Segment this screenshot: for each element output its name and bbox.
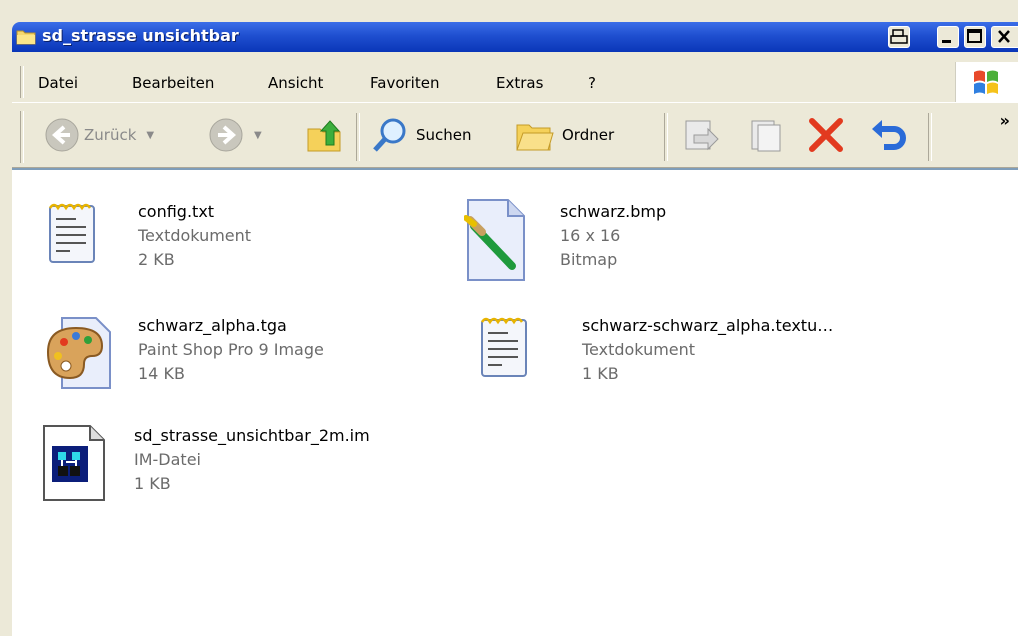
text-document-icon bbox=[480, 317, 527, 377]
file-size: 1 KB bbox=[134, 474, 171, 493]
forward-arrow-icon bbox=[209, 118, 243, 152]
close-button[interactable] bbox=[991, 26, 1018, 48]
file-item[interactable]: config.txt Textdokument 2 KB bbox=[42, 198, 422, 282]
file-name: schwarz.bmp bbox=[560, 202, 667, 221]
forward-dropdown-icon[interactable]: ▼ bbox=[254, 130, 262, 141]
menu-ansicht[interactable]: Ansicht bbox=[268, 74, 323, 92]
window-title: sd_strasse unsichtbar bbox=[42, 26, 239, 45]
file-type: 16 x 16 bbox=[560, 226, 621, 245]
file-size: Bitmap bbox=[560, 250, 618, 269]
back-button[interactable]: Zurück ▼ bbox=[44, 117, 154, 153]
back-dropdown-icon[interactable]: ▼ bbox=[146, 130, 154, 141]
back-arrow-icon bbox=[45, 118, 79, 152]
back-label: Zurück bbox=[84, 126, 137, 144]
search-label: Suchen bbox=[416, 126, 472, 144]
text-document-icon bbox=[48, 203, 95, 263]
move-to-button[interactable] bbox=[680, 115, 720, 155]
menu-favoriten[interactable]: Favoriten bbox=[370, 74, 439, 92]
file-item[interactable]: schwarz-schwarz_alpha.textu… Textdokumen… bbox=[474, 312, 894, 396]
file-name: schwarz_alpha.tga bbox=[138, 316, 287, 335]
delete-icon bbox=[809, 118, 843, 152]
toolbar-separator bbox=[356, 113, 360, 161]
menu-bar: Datei Bearbeiten Ansicht Favoriten Extra… bbox=[12, 54, 1018, 103]
toolbar-grip[interactable] bbox=[20, 111, 24, 163]
bitmap-paint-icon bbox=[464, 199, 525, 281]
copy-to-icon bbox=[751, 120, 781, 152]
folders-button[interactable]: Ordner bbox=[514, 115, 614, 155]
minimize-button[interactable] bbox=[937, 26, 959, 48]
menu-grip[interactable] bbox=[20, 66, 24, 98]
up-folder-button[interactable] bbox=[304, 115, 344, 155]
toolbar-separator bbox=[928, 113, 932, 161]
undo-button[interactable] bbox=[868, 115, 908, 155]
print-icon[interactable] bbox=[888, 26, 910, 48]
toolbar-overflow-icon[interactable]: » bbox=[1000, 111, 1010, 130]
file-name: schwarz-schwarz_alpha.textu… bbox=[582, 316, 834, 335]
folder-icon bbox=[16, 30, 36, 45]
file-type: Textdokument bbox=[582, 340, 696, 359]
file-size: 1 KB bbox=[582, 364, 619, 383]
file-item[interactable]: schwarz.bmp 16 x 16 Bitmap bbox=[464, 198, 844, 282]
file-item[interactable]: schwarz_alpha.tga Paint Shop Pro 9 Image… bbox=[42, 312, 422, 396]
windows-logo-icon bbox=[955, 62, 1018, 102]
file-size: 14 KB bbox=[138, 364, 185, 383]
delete-button[interactable] bbox=[806, 115, 846, 155]
search-icon bbox=[373, 118, 406, 152]
menu-help[interactable]: ? bbox=[588, 74, 596, 92]
search-button[interactable]: Suchen bbox=[370, 115, 472, 155]
folders-icon bbox=[516, 124, 554, 151]
maximize-button[interactable] bbox=[964, 26, 986, 48]
undo-icon bbox=[872, 120, 906, 150]
menu-extras[interactable]: Extras bbox=[496, 74, 543, 92]
toolbar: Zurück ▼ ▼ Suchen Ordner » bbox=[12, 103, 1018, 168]
copy-to-button[interactable] bbox=[746, 115, 786, 155]
menu-datei[interactable]: Datei bbox=[38, 74, 78, 92]
toolbar-separator bbox=[664, 113, 668, 161]
up-folder-icon bbox=[307, 120, 341, 152]
file-name: config.txt bbox=[138, 202, 215, 221]
file-name: sd_strasse_unsichtbar_2m.im bbox=[134, 426, 370, 445]
move-to-icon bbox=[685, 120, 719, 151]
menu-bearbeiten[interactable]: Bearbeiten bbox=[132, 74, 214, 92]
file-view[interactable]: config.txt Textdokument 2 KB schwarz.bmp… bbox=[12, 168, 1018, 636]
file-item[interactable]: sd_strasse_unsichtbar_2m.im IM-Datei 1 K… bbox=[38, 422, 458, 506]
title-bar[interactable]: sd_strasse unsichtbar bbox=[12, 22, 1018, 52]
file-type: Textdokument bbox=[138, 226, 252, 245]
file-type: IM-Datei bbox=[134, 450, 201, 469]
file-size: 2 KB bbox=[138, 250, 175, 269]
paint-palette-icon bbox=[46, 317, 111, 389]
forward-button[interactable]: ▼ bbox=[208, 117, 262, 153]
file-type: Paint Shop Pro 9 Image bbox=[138, 340, 324, 359]
im-file-icon bbox=[43, 425, 105, 501]
folders-label: Ordner bbox=[562, 126, 615, 144]
